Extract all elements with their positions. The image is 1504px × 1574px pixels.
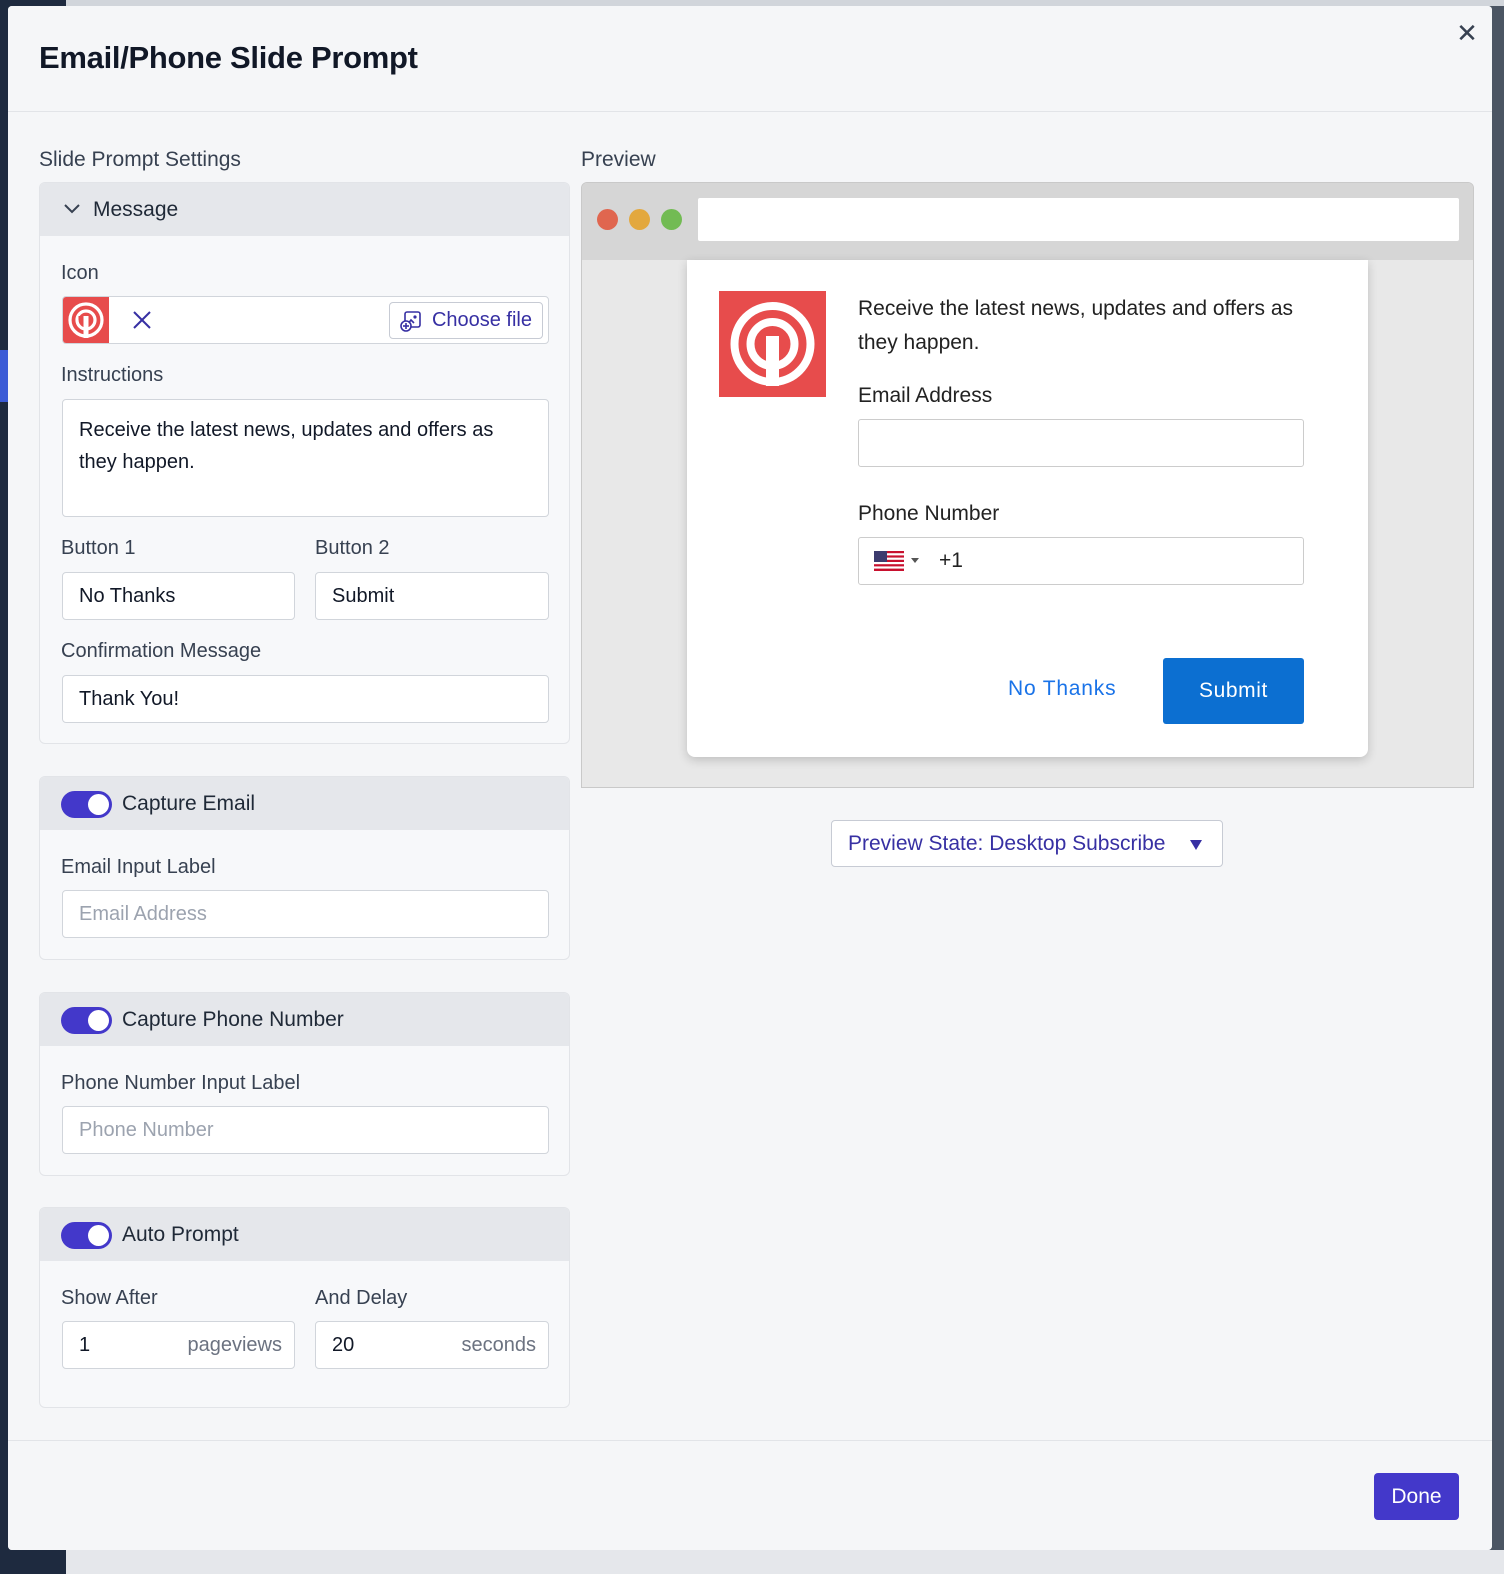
show-after-unit: pageviews — [187, 1334, 282, 1356]
auto-prompt-toggle[interactable] — [61, 1222, 112, 1249]
close-icon[interactable]: ✕ — [1454, 20, 1480, 46]
icon-picker: Choose file — [62, 296, 549, 344]
modal-dialog: Email/Phone Slide Prompt ✕ Slide Prompt … — [8, 6, 1492, 1550]
show-after-label: Show After — [61, 1287, 158, 1309]
capture-email-card: Capture Email Email Input Label Email Ad… — [39, 776, 570, 960]
caret-down-icon — [1190, 840, 1202, 850]
delay-unit: seconds — [461, 1334, 537, 1356]
prompt-phone-input[interactable]: +1 — [858, 537, 1304, 585]
maximize-dot — [661, 209, 682, 230]
preview-browser-frame: Receive the latest news, updates and off… — [581, 182, 1474, 788]
slide-prompt-preview: Receive the latest news, updates and off… — [687, 260, 1368, 757]
auto-prompt-card: Auto Prompt Show After And Delay 1 pagev… — [39, 1207, 570, 1408]
prompt-phone-label: Phone Number — [858, 502, 1000, 525]
capture-phone-toggle[interactable] — [61, 1007, 112, 1034]
us-flag-icon — [874, 551, 904, 571]
minimize-dot — [629, 209, 650, 230]
prompt-email-input[interactable] — [858, 419, 1304, 467]
toggle-knob — [88, 1010, 109, 1031]
preview-state-label: Preview State: Desktop Subscribe — [848, 832, 1166, 855]
message-card-title: Message — [93, 198, 179, 221]
delay-label: And Delay — [315, 1287, 408, 1309]
onesignal-logo-icon — [730, 302, 815, 386]
preview-state-dropdown[interactable]: Preview State: Desktop Subscribe — [831, 820, 1223, 867]
capture-phone-header: Capture Phone Number — [40, 993, 569, 1046]
onesignal-logo-icon — [68, 302, 104, 338]
toggle-knob — [88, 1225, 109, 1246]
show-after-input[interactable]: 1 pageviews — [62, 1321, 295, 1369]
delay-input[interactable]: 20 seconds — [315, 1321, 549, 1369]
phone-input-label: Phone Number Input Label — [61, 1072, 301, 1094]
button2-input[interactable]: Submit — [315, 572, 549, 620]
button1-input[interactable]: No Thanks — [62, 572, 295, 620]
capture-email-toggle[interactable] — [61, 791, 112, 818]
message-card-header[interactable]: Message — [40, 183, 569, 236]
dial-code: +1 — [939, 549, 963, 572]
prompt-message: Receive the latest news, updates and off… — [858, 297, 1294, 354]
url-bar — [698, 198, 1459, 241]
capture-email-title: Capture Email — [122, 792, 256, 815]
modal-footer: Done — [8, 1440, 1492, 1550]
backdrop-bottom — [66, 1550, 1504, 1574]
button1-label: Button 1 — [61, 537, 136, 559]
confirmation-input[interactable]: Thank You! — [62, 675, 549, 723]
button2-label: Button 2 — [315, 537, 390, 559]
chevron-down-icon — [64, 204, 80, 214]
capture-phone-card: Capture Phone Number Phone Number Input … — [39, 992, 570, 1176]
email-label-input[interactable]: Email Address — [62, 890, 549, 938]
capture-email-header: Capture Email — [40, 777, 569, 830]
phone-label-input[interactable]: Phone Number — [62, 1106, 549, 1154]
prompt-logo — [719, 291, 826, 397]
sidebar-active-accent — [0, 350, 8, 402]
choose-file-label: Choose file — [431, 309, 532, 331]
instructions-label: Instructions — [61, 364, 164, 386]
done-button[interactable]: Done — [1374, 1473, 1459, 1520]
email-input-label: Email Input Label — [61, 856, 216, 878]
prompt-submit-button[interactable]: Submit — [1163, 658, 1304, 724]
auto-prompt-header: Auto Prompt — [40, 1208, 569, 1261]
icon-thumbnail — [63, 297, 109, 343]
modal-header: Email/Phone Slide Prompt ✕ — [8, 6, 1492, 112]
auto-prompt-title: Auto Prompt — [122, 1223, 239, 1246]
prompt-email-label: Email Address — [858, 384, 993, 407]
remove-icon[interactable] — [129, 307, 155, 333]
country-caret-icon[interactable] — [911, 558, 919, 563]
instructions-textarea[interactable]: Receive the latest news, updates and off… — [62, 399, 549, 517]
toggle-knob — [88, 794, 109, 815]
choose-file-button[interactable]: Choose file — [388, 302, 543, 339]
prompt-no-thanks-button[interactable]: No Thanks — [1008, 677, 1116, 701]
delay-value: 20 — [332, 1334, 355, 1356]
icon-label: Icon — [61, 262, 99, 284]
close-dot — [597, 209, 618, 230]
image-upload-icon — [400, 311, 421, 332]
message-card: Message Icon Choose file Instructions Re… — [39, 182, 570, 744]
settings-heading: Slide Prompt Settings — [39, 148, 241, 171]
modal-title: Email/Phone Slide Prompt — [39, 40, 418, 75]
preview-heading: Preview — [581, 148, 656, 171]
confirmation-label: Confirmation Message — [61, 640, 262, 662]
show-after-value: 1 — [79, 1334, 91, 1356]
browser-bar — [582, 183, 1473, 260]
capture-phone-title: Capture Phone Number — [122, 1008, 344, 1031]
